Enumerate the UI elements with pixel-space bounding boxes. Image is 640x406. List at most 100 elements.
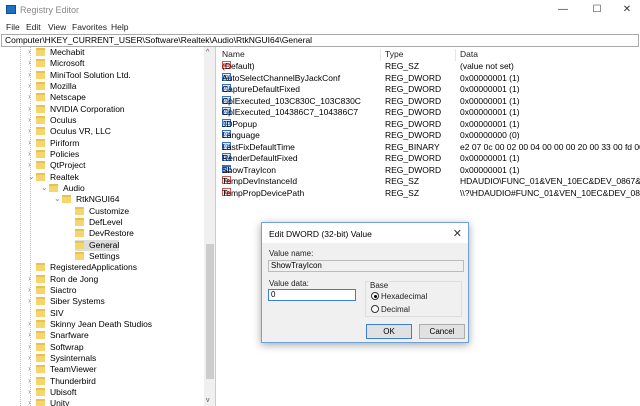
expand-chevron-icon[interactable]: › xyxy=(28,92,31,101)
value-name: ShowTrayIcon xyxy=(222,164,277,175)
expand-chevron-icon[interactable]: › xyxy=(28,342,31,351)
value-data-input[interactable]: 0 xyxy=(268,289,356,301)
expand-chevron-icon[interactable]: ⌄ xyxy=(41,183,48,192)
column-data[interactable]: Data xyxy=(456,49,640,61)
value-row[interactable]: 011 Language REG_DWORD 0x00000000 (0) xyxy=(218,130,640,142)
hexadecimal-label[interactable]: Hexadecimal xyxy=(381,292,427,301)
expand-chevron-icon[interactable]: › xyxy=(28,70,31,79)
column-type[interactable]: Type xyxy=(381,49,456,61)
expand-chevron-icon[interactable]: › xyxy=(28,81,31,90)
value-row[interactable]: 011 AutoSelectChannelByJackConf REG_DWORD 0… xyxy=(218,72,640,85)
value-row[interactable]: 011 JDPopup REG_DWORD 0x00000001 (1) xyxy=(218,118,640,131)
tree-item[interactable]: Siber Systems xyxy=(36,296,105,307)
value-row[interactable]: ab (Default) REG_SZ (value not set) xyxy=(218,61,640,73)
tree-item[interactable]: Mechabit xyxy=(36,47,85,58)
tree-item[interactable]: TeamViewer xyxy=(36,364,97,375)
expand-chevron-icon[interactable]: ⌄ xyxy=(54,194,61,203)
scroll-up-icon[interactable]: ^ xyxy=(206,49,209,56)
expand-chevron-icon[interactable]: › xyxy=(28,387,31,396)
minimize-button[interactable]: — xyxy=(548,2,578,18)
expand-chevron-icon[interactable]: › xyxy=(28,115,31,124)
tree-item[interactable]: Sysinternals xyxy=(36,353,96,364)
folder-icon xyxy=(36,161,45,170)
dialog-close-button[interactable]: ✕ xyxy=(453,227,462,240)
expand-chevron-icon[interactable]: › xyxy=(28,353,31,362)
value-row[interactable]: ab TempPropDevicePath REG_SZ \\?\HDAUDIO#FU… xyxy=(218,187,640,200)
expand-chevron-icon[interactable]: › xyxy=(28,285,31,294)
expand-chevron-icon[interactable]: › xyxy=(28,104,31,113)
expand-chevron-icon[interactable]: › xyxy=(28,274,31,283)
expand-chevron-icon[interactable]: › xyxy=(28,398,31,406)
value-row[interactable]: 011 ShowTrayIcon REG_DWORD 0x00000001 (1) xyxy=(218,164,640,177)
tree-item[interactable]: Oculus VR, LLC xyxy=(36,126,111,137)
tree-item[interactable]: Siactro xyxy=(36,285,76,296)
tree-item[interactable]: Piriform xyxy=(36,138,79,149)
tree-item[interactable]: DevRestore xyxy=(75,228,134,239)
ok-button[interactable]: OK xyxy=(366,324,412,339)
tree-scrollbar[interactable]: ^ v xyxy=(204,47,215,406)
tree-item-label: Softwrap xyxy=(50,341,84,352)
menu-file[interactable]: File xyxy=(6,22,20,32)
tree-item[interactable]: Netscape xyxy=(36,92,86,103)
expand-chevron-icon[interactable]: ⌄ xyxy=(28,172,35,181)
tree-item-label: Netscape xyxy=(50,92,86,103)
cancel-button[interactable]: Cancel xyxy=(419,324,465,339)
expand-chevron-icon[interactable]: › xyxy=(28,296,31,305)
tree-item[interactable]: Realtek xyxy=(36,172,79,183)
decimal-label[interactable]: Decimal xyxy=(381,305,410,314)
expand-chevron-icon[interactable]: › xyxy=(28,47,31,56)
value-data: (value not set) xyxy=(460,61,514,71)
value-row[interactable]: ab TempDevInstanceId REG_SZ HDAUDIO\FUNC_01… xyxy=(218,176,640,188)
value-row[interactable]: 011 LastFixDefaultTime REG_BINARY e2 07 0c … xyxy=(218,141,640,154)
expand-chevron-icon[interactable]: › xyxy=(28,58,31,67)
hexadecimal-radio[interactable] xyxy=(371,292,379,300)
value-name-label: Value name: xyxy=(269,249,314,258)
column-name[interactable]: Name xyxy=(218,49,381,61)
decimal-radio[interactable] xyxy=(371,305,379,313)
value-row[interactable]: 011 CplExecuted_104386C7_104386C7 REG_DWOR… xyxy=(218,107,640,119)
expand-chevron-icon[interactable]: › xyxy=(28,160,31,169)
tree-item[interactable]: Ron de Jong xyxy=(36,274,98,285)
expand-chevron-icon[interactable]: › xyxy=(28,319,31,328)
tree-item[interactable]: Audio xyxy=(49,183,85,194)
scroll-thumb[interactable] xyxy=(206,244,214,379)
menu-bar: File Edit View Favorites Help xyxy=(0,20,640,34)
tree-item[interactable]: SIV xyxy=(36,308,64,319)
address-bar[interactable]: Computer\HKEY_CURRENT_USER\Software\Real… xyxy=(1,34,639,47)
expand-chevron-icon[interactable]: › xyxy=(28,126,31,135)
tree-item[interactable]: RegisteredApplications xyxy=(36,262,137,273)
tree-item[interactable]: Skinny Jean Death Studios xyxy=(36,319,152,330)
tree-item[interactable]: Ubisoft xyxy=(36,387,76,398)
tree-item[interactable]: NVIDIA Corporation xyxy=(36,104,125,115)
tree-item[interactable]: Customize xyxy=(75,206,129,217)
maximize-button[interactable]: ☐ xyxy=(582,2,612,18)
menu-favorites[interactable]: Favorites xyxy=(72,22,107,32)
tree-item[interactable]: Snarfware xyxy=(36,330,89,341)
tree-item[interactable]: Settings xyxy=(75,251,120,262)
scroll-down-icon[interactable]: v xyxy=(206,397,210,404)
menu-view[interactable]: View xyxy=(48,22,66,32)
expand-chevron-icon[interactable]: › xyxy=(28,330,31,339)
tree-item[interactable]: Mozilla xyxy=(36,81,76,92)
close-button[interactable]: ✕ xyxy=(612,2,640,18)
tree-item[interactable]: Unity xyxy=(36,398,69,406)
menu-edit[interactable]: Edit xyxy=(26,22,41,32)
tree-item[interactable]: DefLevel xyxy=(75,217,123,228)
value-row[interactable]: 011 RenderDefaultFixed REG_DWORD 0x00000001… xyxy=(218,153,640,165)
expand-chevron-icon[interactable]: › xyxy=(28,138,31,147)
tree-item[interactable]: Softwrap xyxy=(36,342,84,353)
value-row[interactable]: 011 CplExecuted_103C830C_103C830C REG_DWOR… xyxy=(218,95,640,108)
menu-help[interactable]: Help xyxy=(111,22,128,32)
tree-item[interactable]: QtProject xyxy=(36,160,85,171)
expand-chevron-icon[interactable]: › xyxy=(28,149,31,158)
tree-item[interactable]: General xyxy=(75,239,120,251)
value-row[interactable]: 011 CaptureDefaultFixed REG_DWORD 0x0000000… xyxy=(218,84,640,96)
tree-item[interactable]: Microsoft xyxy=(36,58,84,69)
tree-item[interactable]: Policies xyxy=(36,149,79,160)
tree-item[interactable]: MiniTool Solution Ltd. xyxy=(36,70,131,81)
tree-item[interactable]: RtkNGUI64 xyxy=(62,194,119,205)
tree-item[interactable]: Oculus xyxy=(36,115,76,126)
expand-chevron-icon[interactable]: › xyxy=(28,376,31,385)
expand-chevron-icon[interactable]: › xyxy=(28,364,31,373)
tree-item[interactable]: Thunderbird xyxy=(36,376,96,387)
